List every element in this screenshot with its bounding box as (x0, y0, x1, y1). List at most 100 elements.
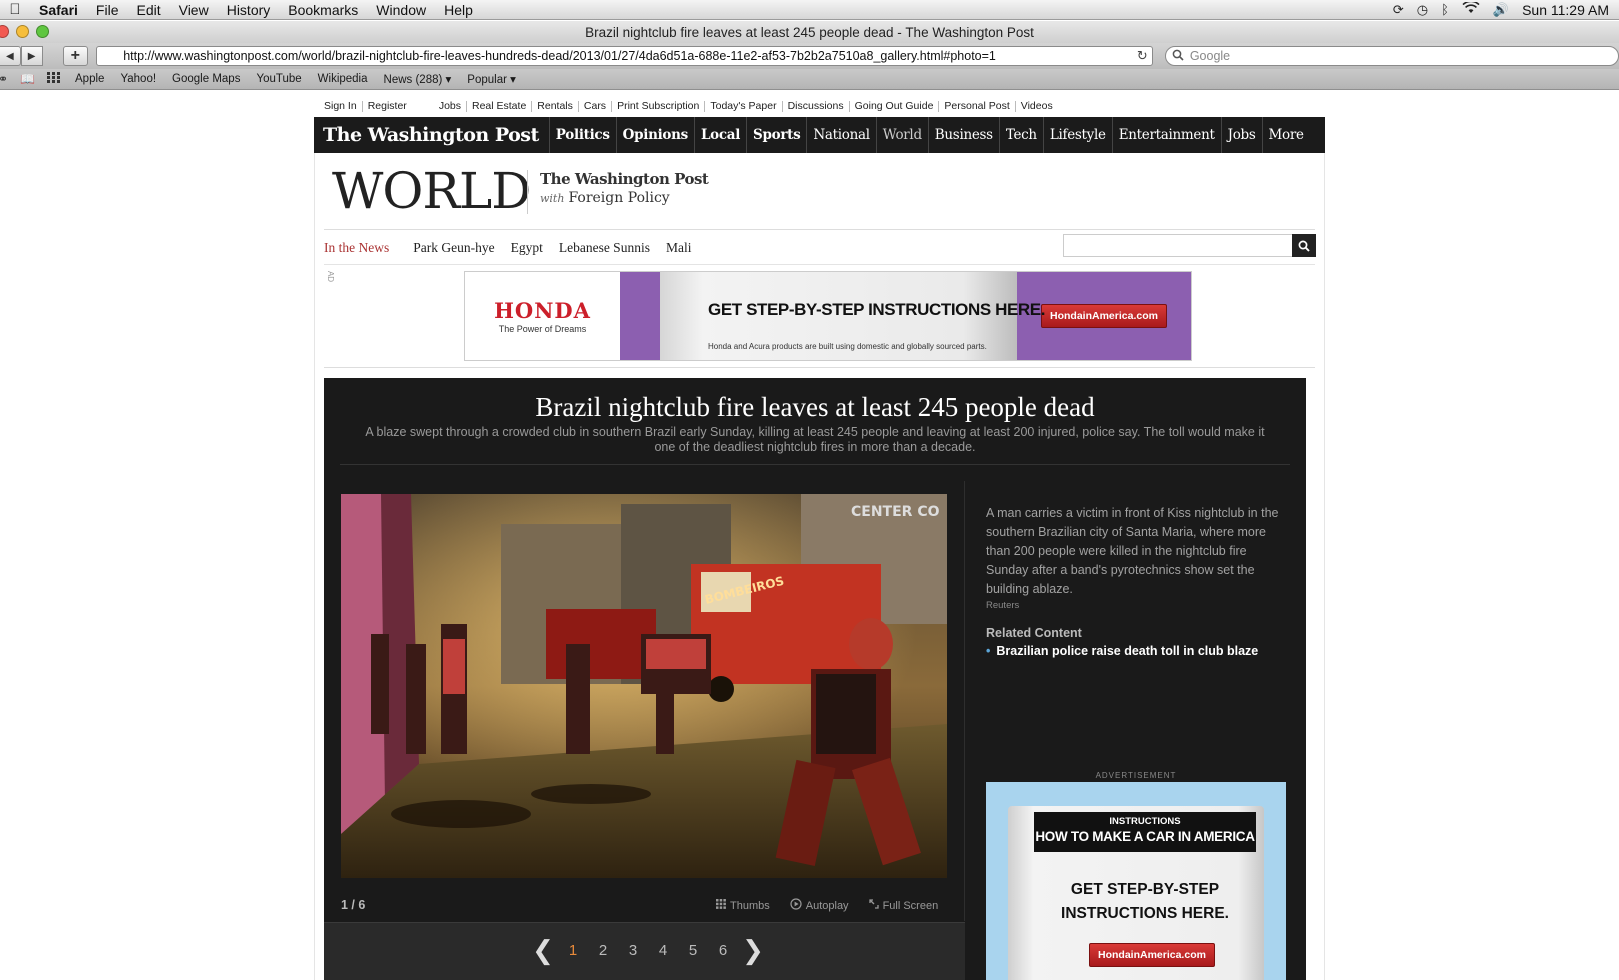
divider (964, 481, 965, 921)
nav-sports[interactable]: Sports (747, 117, 808, 153)
site-search-input[interactable] (1063, 234, 1293, 257)
util-link-personal-post[interactable]: Personal Post (939, 101, 1016, 112)
related-content-link[interactable]: • Brazilian police raise death toll in cl… (986, 644, 1258, 658)
menu-history[interactable]: History (218, 2, 280, 18)
bookmark-news-folder[interactable]: News (288) ▾ (384, 72, 452, 86)
partner-foreign-policy: with Foreign Policy (540, 190, 670, 206)
bookmark-google-maps[interactable]: Google Maps (172, 73, 240, 85)
nav-lifestyle[interactable]: Lifestyle (1044, 117, 1113, 153)
apple-icon[interactable]:  (0, 1, 30, 18)
minimize-window-button[interactable] (16, 25, 29, 38)
menu-window[interactable]: Window (367, 2, 435, 18)
menu-edit[interactable]: Edit (127, 2, 169, 18)
bookmark-yahoo[interactable]: Yahoo! (120, 73, 156, 85)
previous-photo-icon[interactable]: ❮ (528, 935, 558, 966)
page-3[interactable]: 3 (618, 942, 648, 959)
full-screen-button[interactable]: Full Screen (868, 898, 938, 913)
nav-national[interactable]: National (807, 117, 877, 153)
util-link-print-subscription[interactable]: Print Subscription (612, 101, 706, 112)
side-ad[interactable]: INSTRUCTIONS HOW TO MAKE A CAR IN AMERIC… (986, 782, 1286, 980)
bluetooth-icon[interactable]: ᛒ (1441, 2, 1449, 17)
reading-list-icon[interactable]: ⚭ (0, 72, 8, 86)
reload-icon[interactable]: ↻ (1137, 48, 1148, 64)
window-title: Brazil nightclub fire leaves at least 24… (585, 24, 1034, 40)
page-4[interactable]: 4 (648, 942, 678, 959)
register-link[interactable]: Register (363, 101, 412, 112)
autoplay-button[interactable]: Autoplay (790, 898, 849, 913)
site-search-button[interactable] (1292, 234, 1316, 257)
page-5[interactable]: 5 (678, 942, 708, 959)
nav-business[interactable]: Business (929, 117, 1000, 153)
section-title[interactable]: WORLD (332, 162, 531, 220)
nav-world[interactable]: World (877, 117, 929, 153)
next-photo-icon[interactable]: ❯ (738, 935, 768, 966)
photo-gallery: Brazil nightclub fire leaves at least 24… (324, 378, 1306, 980)
bookmarks-book-icon[interactable]: 📖 (20, 72, 35, 86)
address-bar[interactable]: http://www.washingtonpost.com/world/braz… (96, 46, 1153, 66)
close-window-button[interactable] (0, 25, 9, 38)
banner-ad-cta-button[interactable]: HondainAmerica.com (1041, 304, 1167, 328)
nav-jobs[interactable]: Jobs (1222, 117, 1263, 153)
divider (324, 229, 1315, 230)
forward-arrow-icon[interactable]: ▶ (20, 46, 43, 66)
bookmark-youtube[interactable]: YouTube (256, 73, 301, 85)
add-bookmark-button[interactable]: + (62, 46, 89, 66)
menu-clock[interactable]: Sun 11:29 AM (1522, 2, 1609, 18)
topic-mali[interactable]: Mali (666, 240, 692, 256)
util-link-todays-paper[interactable]: Today's Paper (705, 101, 783, 112)
play-circle-icon (790, 898, 802, 913)
topic-lebanese-sunnis[interactable]: Lebanese Sunnis (559, 240, 650, 256)
washington-post-logo[interactable]: The Washington Post (314, 117, 550, 153)
volume-icon[interactable]: 🔊 (1493, 2, 1509, 18)
thumbs-grid-icon (716, 899, 726, 912)
menu-view[interactable]: View (170, 2, 218, 18)
util-link-cars[interactable]: Cars (579, 101, 613, 112)
topic-park-geun-hye[interactable]: Park Geun-hye (413, 240, 494, 256)
side-ad-header: INSTRUCTIONS HOW TO MAKE A CAR IN AMERIC… (1034, 812, 1256, 852)
bookmark-apple[interactable]: Apple (75, 73, 104, 85)
sign-in-link[interactable]: Sign In (319, 101, 363, 112)
menu-extras: ⟳ ◷ ᛒ 🔊 Sun 11:29 AM (1393, 0, 1619, 18)
util-link-jobs[interactable]: Jobs (434, 101, 467, 112)
in-the-news-bar: In the News Park Geun-hye Egypt Lebanese… (324, 240, 707, 256)
menu-help[interactable]: Help (435, 2, 482, 18)
gallery-deck: A blaze swept through a crowded club in … (365, 425, 1265, 454)
util-link-going-out-guide[interactable]: Going Out Guide (850, 101, 940, 112)
menu-bookmarks[interactable]: Bookmarks (279, 2, 367, 18)
bookmark-wikipedia[interactable]: Wikipedia (318, 73, 368, 85)
nav-politics[interactable]: Politics (550, 117, 617, 153)
banner-ad[interactable]: HONDA The Power of Dreams GET STEP-BY-ST… (464, 271, 1192, 361)
thumbs-button[interactable]: Thumbs (716, 898, 770, 913)
partner-logo[interactable]: The Washington Post with Foreign Policy (540, 170, 709, 206)
menu-file[interactable]: File (87, 2, 128, 18)
topic-egypt[interactable]: Egypt (511, 240, 543, 256)
search-field[interactable]: Google (1164, 46, 1619, 66)
nav-local[interactable]: Local (695, 117, 748, 153)
page-1[interactable]: 1 (558, 942, 588, 959)
page-6[interactable]: 6 (708, 942, 738, 959)
util-link-rentals[interactable]: Rentals (532, 101, 579, 112)
expand-icon (868, 899, 879, 912)
menu-safari[interactable]: Safari (30, 2, 87, 18)
back-arrow-icon[interactable]: ◀ (0, 46, 21, 66)
util-link-real-estate[interactable]: Real Estate (467, 101, 533, 112)
nav-more[interactable]: More (1263, 117, 1310, 153)
sync-icon[interactable]: ⟳ (1393, 2, 1404, 18)
side-ad-cta-button[interactable]: HondainAmerica.com (1089, 943, 1215, 967)
nav-entertainment[interactable]: Entertainment (1113, 117, 1222, 153)
util-link-discussions[interactable]: Discussions (783, 101, 850, 112)
nav-opinions[interactable]: Opinions (617, 117, 695, 153)
zoom-window-button[interactable] (36, 25, 49, 38)
top-sites-grid-icon[interactable] (47, 72, 61, 86)
util-link-videos[interactable]: Videos (1016, 101, 1058, 112)
bookmark-popular-folder[interactable]: Popular ▾ (467, 72, 516, 86)
nav-tech[interactable]: Tech (1000, 117, 1044, 153)
page-2[interactable]: 2 (588, 942, 618, 959)
gallery-photo[interactable]: CENTER CO BOMBEIROS (341, 494, 947, 878)
banner-ad-headline: GET STEP-BY-STEP INSTRUCTIONS HERE. (708, 300, 1046, 319)
utility-links: Sign In Register Jobs Real Estate Rental… (319, 99, 1319, 114)
time-machine-icon[interactable]: ◷ (1417, 2, 1428, 18)
wifi-icon[interactable] (1462, 0, 1480, 17)
bullet-icon: • (986, 644, 991, 658)
ad-tag: AD (326, 270, 336, 283)
